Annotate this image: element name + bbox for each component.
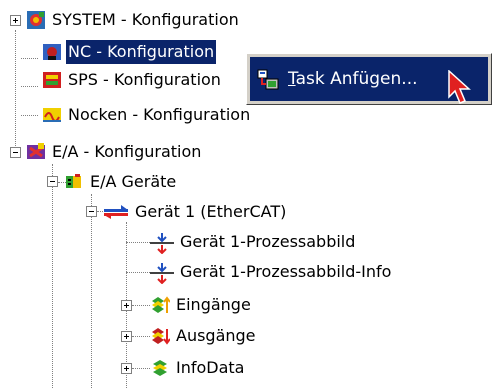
tree-line	[91, 194, 92, 388]
collapse-toggle[interactable]	[10, 147, 21, 158]
tree-item-outputs[interactable]: Ausgänge	[150, 322, 258, 350]
io-config-icon	[26, 142, 46, 162]
tree-item-label: E/A - Konfiguration	[52, 142, 202, 161]
ethercat-device-icon	[103, 202, 129, 222]
inputs-icon	[150, 295, 171, 315]
expand-toggle[interactable]	[121, 300, 132, 311]
outputs-icon	[150, 326, 171, 346]
collapse-toggle[interactable]	[86, 206, 97, 217]
expand-toggle[interactable]	[121, 363, 132, 374]
tree-item-infodata[interactable]: InfoData	[150, 354, 246, 382]
tree-item-nc[interactable]: NC - Konfiguration	[42, 38, 217, 66]
tree-line	[21, 86, 38, 87]
tree-line	[126, 242, 150, 243]
io-devices-icon	[64, 172, 84, 192]
tree-line	[52, 164, 53, 388]
tree-line	[21, 115, 38, 116]
tree-item-label: E/A Geräte	[90, 172, 177, 191]
tree-item-io[interactable]: E/A - Konfiguration	[26, 138, 203, 166]
system-config-icon	[26, 10, 46, 30]
tree-item-system[interactable]: SYSTEM - Konfiguration	[26, 6, 241, 34]
tree-item-label: Gerät 1-Prozessabbild	[180, 232, 356, 251]
tree-item-label: NC - Konfiguration	[66, 40, 217, 64]
collapse-toggle[interactable]	[47, 176, 58, 187]
tree-item-label: Eingänge	[176, 295, 251, 314]
tree-item-label: Ausgänge	[176, 326, 256, 345]
tree-item-label: Nocken - Konfiguration	[68, 105, 251, 124]
infodata-icon	[150, 358, 170, 378]
tree-line	[126, 272, 150, 273]
tree-item-label: SPS - Konfiguration	[68, 70, 221, 89]
task-add-icon	[256, 67, 280, 91]
tree-item-plc[interactable]: SPS - Konfiguration	[42, 66, 223, 94]
tree-item-process-image[interactable]: Gerät 1-Prozessabbild	[150, 228, 357, 256]
tree-item-label: Gerät 1 (EtherCAT)	[135, 202, 287, 221]
mouse-cursor-icon	[448, 69, 474, 110]
tree-line	[132, 305, 150, 306]
cam-config-icon	[42, 105, 62, 125]
tree-item-io-devices[interactable]: E/A Geräte	[64, 168, 178, 196]
tree-item-label: Gerät 1-Prozessabbild-Info	[180, 262, 392, 281]
tree-line	[21, 58, 38, 59]
tree-line	[132, 368, 150, 369]
tree-item-ethercat-device[interactable]: Gerät 1 (EtherCAT)	[103, 198, 288, 226]
tree-item-process-image-info[interactable]: Gerät 1-Prozessabbild-Info	[150, 258, 393, 286]
tree-item-cam[interactable]: Nocken - Konfiguration	[42, 101, 252, 129]
tree-item-inputs[interactable]: Eingänge	[150, 291, 253, 319]
tree-item-label: SYSTEM - Konfiguration	[52, 10, 239, 29]
process-image-info-icon	[150, 262, 174, 285]
tree-item-label: InfoData	[176, 358, 245, 377]
nc-config-icon	[42, 42, 62, 62]
process-image-icon	[150, 232, 174, 255]
context-menu-item-label: Task Anfügen...	[288, 69, 418, 89]
tree-line	[15, 30, 16, 152]
tree-line	[132, 336, 150, 337]
expand-toggle[interactable]	[10, 15, 21, 26]
expand-toggle[interactable]	[121, 331, 132, 342]
plc-config-icon	[42, 70, 62, 90]
